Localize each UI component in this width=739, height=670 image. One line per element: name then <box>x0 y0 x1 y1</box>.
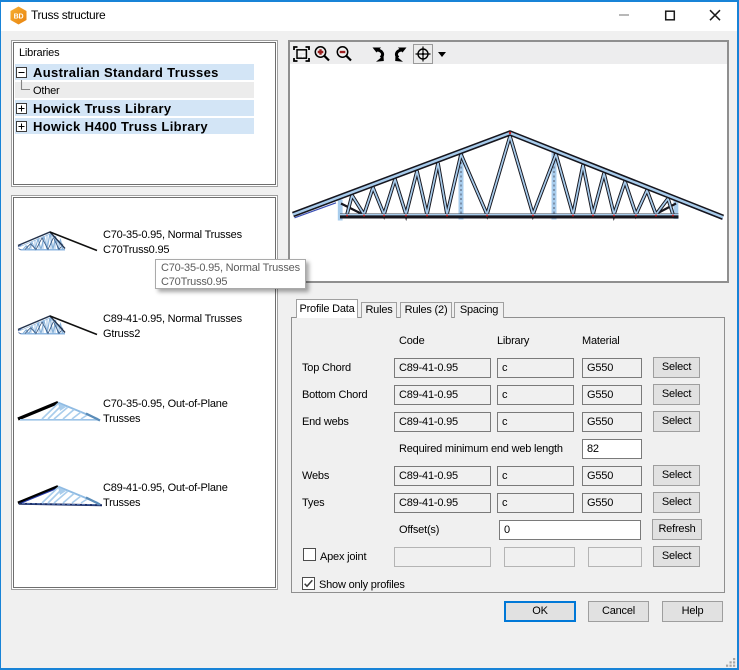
svg-text:BD: BD <box>14 14 24 21</box>
